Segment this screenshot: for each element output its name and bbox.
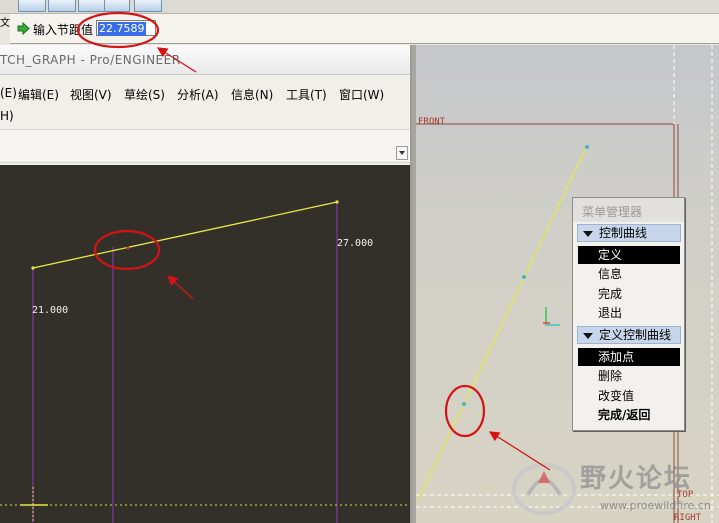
toolbar-dropdown-button[interactable] [396,146,408,160]
prompt-arrow-icon [17,22,30,35]
window-title-bar[interactable]: TCH_GRAPH - Pro/ENGINEER [0,45,410,75]
window-title: TCH_GRAPH - Pro/ENGINEER [0,53,181,67]
message-prompt-bar: 输入节距值 22.7589 [10,14,719,44]
control-curve-header-label: 控制曲线 [599,226,648,240]
graph-curve[interactable] [32,201,338,269]
datum-front-label: FRONT [418,117,446,127]
toolbar-area [0,129,410,163]
watermark-logo-icon [512,463,576,515]
menu-item-info[interactable]: 信息 [578,265,680,283]
curve-endpoint[interactable] [31,266,35,270]
menu-item-analysis[interactable]: 分析(A) [177,86,219,103]
menu-item-info[interactable]: 信息(N) [231,86,273,103]
menu-item-window[interactable]: 窗口(W) [339,86,384,103]
menu-item-add-point[interactable]: 添加点 [578,348,680,366]
menu-manager-panel: 菜单管理器 控制曲线 定义 信息 完成 退出 定义控制曲线 添加点 删除 改变值… [572,197,685,431]
datum-right-label: RIGHT [674,513,702,523]
watermark-site-name: 野火论坛 [580,464,693,494]
menu-item-define[interactable]: 定义 [578,246,680,264]
menu-item-done[interactable]: 完成 [578,285,680,303]
top-toolbar [0,0,719,14]
collapse-triangle-icon [583,333,593,339]
curve-point[interactable] [585,145,589,149]
graph-start-value: 21.000 [32,305,69,316]
menu-item-sketch[interactable]: 草绘(S) [124,86,165,103]
control-curve-3d[interactable] [417,145,588,501]
proe-sketch-window: TCH_GRAPH - Pro/ENGINEER (E) 编辑(E) 视图(V)… [0,45,412,523]
view-button[interactable] [134,0,162,12]
graph-sketch-canvas[interactable]: 21.000 27.000 [0,165,410,523]
define-control-curve-header[interactable]: 定义控制曲线 [577,326,681,344]
menu-manager-title: 菜单管理器 [573,198,684,222]
menu-item-view[interactable]: 视图(V) [70,86,112,103]
new-point-marker[interactable] [126,246,130,250]
curve-point[interactable] [462,402,466,406]
menu-item-done-return[interactable]: 完成/返回 [578,406,680,424]
menu-item-truncated[interactable]: (E) [0,86,17,100]
view-button[interactable] [104,0,130,12]
control-curve-header[interactable]: 控制曲线 [577,224,681,242]
prompt-label: 输入节距值 [33,23,94,37]
menu-item-edit[interactable]: 编辑(E) [18,86,59,103]
view-button[interactable] [78,0,106,12]
curve-endpoint[interactable] [335,200,339,204]
menu-item-change-value[interactable]: 改变值 [578,387,680,405]
menu-item-tools[interactable]: 工具(T) [286,86,327,103]
menu-item-delete[interactable]: 删除 [578,367,680,385]
menu-item-help-truncated[interactable]: H) [0,109,14,123]
curve-point[interactable] [522,275,526,279]
collapse-triangle-icon [583,231,593,237]
menu-item-quit[interactable]: 退出 [578,304,680,322]
graph-end-value: 27.000 [337,238,374,249]
pitch-value-text: 22.7589 [98,22,146,36]
left-strip-char: 文 [0,18,10,29]
view-button[interactable] [18,0,46,12]
watermark-url: www.proewildfire.cn [600,499,711,512]
view-button[interactable] [48,0,76,12]
menu-bar: (E) 编辑(E) 视图(V) 草绘(S) 分析(A) 信息(N) 工具(T) … [0,84,410,106]
define-control-curve-header-label: 定义控制曲线 [599,328,672,342]
pitch-value-input[interactable]: 22.7589 [96,20,156,36]
graph-sketch [0,200,410,523]
